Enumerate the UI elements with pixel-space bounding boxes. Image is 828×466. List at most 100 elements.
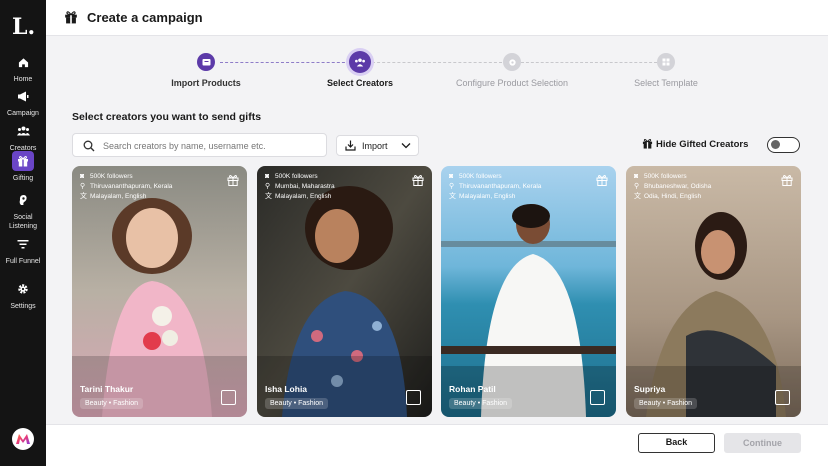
funnel-icon xyxy=(12,234,34,254)
sidebar-item-campaign[interactable]: Campaign xyxy=(0,86,46,118)
megaphone-icon xyxy=(12,86,34,106)
app-window: L. Home Campaign Creators Gifting Social… xyxy=(0,0,828,466)
creator-location: Mumbai, Maharastra xyxy=(275,183,335,190)
step-connector xyxy=(372,62,502,63)
instagram-icon: ◙ xyxy=(265,173,270,180)
sidebar-item-label: Campaign xyxy=(7,110,39,117)
sidebar: L. Home Campaign Creators Gifting Social… xyxy=(0,0,46,466)
gift-icon xyxy=(596,173,608,191)
gear-icon xyxy=(12,279,34,299)
creator-meta: ◙ 500K followers ⚲ Mumbai, Maharastra 文 Mal… xyxy=(265,172,335,202)
creator-name: Rohan Patil xyxy=(449,384,496,394)
sidebar-item-label: Gifting xyxy=(12,175,34,182)
sidebar-item-label: Home xyxy=(13,76,33,83)
creator-category: Beauty • Fashion xyxy=(634,398,698,409)
creator-category: Beauty • Fashion xyxy=(449,398,513,409)
sidebar-item-creators[interactable]: Creators xyxy=(0,121,46,153)
creator-card[interactable]: ◙ 500K followers ⚲ Mumbai, Maharastra 文 Mal… xyxy=(257,166,432,417)
creator-location: Thiruvananthapuram, Kerala xyxy=(90,183,173,190)
import-label: Import xyxy=(362,141,388,151)
gift-icon xyxy=(227,173,239,191)
creator-checkbox[interactable] xyxy=(775,390,790,405)
step-connector xyxy=(521,62,657,63)
creator-meta: ◙ 500K followers ⚲ Thiruvananthapuram, Ker… xyxy=(449,172,541,202)
brand-logo[interactable]: L. xyxy=(12,14,35,40)
template-grid-icon xyxy=(662,58,670,66)
creator-name: Supriya xyxy=(634,384,666,394)
import-button[interactable]: Import xyxy=(336,135,419,156)
section-title: Select creators you want to send gifts xyxy=(72,111,262,123)
step-4-label: Select Template xyxy=(634,78,698,88)
gift-icon xyxy=(781,173,793,191)
footer-bar: Back Continue xyxy=(46,424,828,466)
followers-count: 500K followers xyxy=(459,173,502,180)
account-logo[interactable] xyxy=(12,428,34,450)
gift-icon xyxy=(64,10,78,29)
step-3-indicator xyxy=(503,53,521,71)
main-content: Create a campaign Import Products Select… xyxy=(46,0,828,466)
continue-button[interactable]: Continue xyxy=(724,433,801,453)
creator-location: Thiruvananthapuram, Kerala xyxy=(459,183,542,190)
box-icon xyxy=(202,59,210,66)
creator-checkbox[interactable] xyxy=(221,390,236,405)
creator-checkbox[interactable] xyxy=(590,390,605,405)
step-1-indicator[interactable] xyxy=(197,53,215,71)
creator-name: Isha Lohia xyxy=(265,384,308,394)
sidebar-item-label: Settings xyxy=(10,303,36,310)
creator-languages: Odia, Hindi, English xyxy=(644,193,702,200)
creator-card[interactable]: ◙ 500K followers ⚲ Thiruvananthapuram, Ker… xyxy=(72,166,247,417)
back-button[interactable]: Back xyxy=(638,433,715,453)
language-icon: 文 xyxy=(265,193,272,200)
sidebar-item-label: Social Listening xyxy=(8,214,38,230)
gift-icon xyxy=(412,173,424,191)
ear-icon xyxy=(12,190,34,210)
sidebar-item-label: Full Funnel xyxy=(5,258,41,265)
sidebar-item-full-funnel[interactable]: Full Funnel xyxy=(0,234,46,266)
creator-card[interactable]: ◙ 500K followers ⚲ Bhubaneshwar, Odisha 文O… xyxy=(626,166,801,417)
creator-photo xyxy=(257,166,432,417)
sidebar-item-social-listening[interactable]: Social Listening xyxy=(0,190,46,231)
followers-count: 500K followers xyxy=(644,173,687,180)
sidebar-item-settings[interactable]: Settings xyxy=(0,279,46,311)
creator-languages: Malayalam, English xyxy=(275,193,332,200)
location-pin-icon: ⚲ xyxy=(80,183,86,190)
creator-languages: Malayalam, English xyxy=(90,193,147,200)
creator-category: Beauty • Fashion xyxy=(265,398,329,409)
creator-card[interactable]: ◙ 500K followers ⚲ Thiruvananthapuram, Ker… xyxy=(441,166,616,417)
creator-meta: ◙ 500K followers ⚲ Bhubaneshwar, Odisha 文O… xyxy=(634,172,711,202)
creator-category: Beauty • Fashion xyxy=(80,398,144,409)
search-input[interactable] xyxy=(103,138,318,153)
page-title: Create a campaign xyxy=(87,10,203,25)
gift-icon xyxy=(642,138,653,152)
sidebar-item-gifting[interactable]: Gifting xyxy=(0,151,46,183)
import-icon xyxy=(345,140,356,153)
language-icon: 文 xyxy=(634,193,641,200)
sidebar-item-home[interactable]: Home xyxy=(0,52,46,84)
creator-location: Bhubaneshwar, Odisha xyxy=(644,183,712,190)
search-box[interactable] xyxy=(72,133,327,157)
step-2-indicator[interactable] xyxy=(349,51,371,73)
language-icon: 文 xyxy=(80,193,87,200)
creator-photo xyxy=(72,166,247,417)
step-2-label: Select Creators xyxy=(326,78,394,88)
users-icon xyxy=(12,121,34,141)
creator-photo xyxy=(626,166,801,417)
creator-name: Tarini Thakur xyxy=(80,384,134,394)
step-1-label: Import Products xyxy=(171,78,241,88)
followers-count: 500K followers xyxy=(90,173,133,180)
location-pin-icon: ⚲ xyxy=(634,183,640,190)
creator-languages: Malayalam, English xyxy=(459,193,516,200)
gift-icon xyxy=(12,151,34,171)
step-4-indicator xyxy=(657,53,675,71)
hide-gifted-toggle[interactable] xyxy=(767,137,800,153)
home-icon xyxy=(12,52,34,72)
creator-checkbox[interactable] xyxy=(406,390,421,405)
users-icon xyxy=(355,57,365,67)
toggle-knob xyxy=(771,140,780,149)
step-3-label: Configure Product Selection xyxy=(455,78,569,88)
step-connector xyxy=(220,62,350,63)
search-icon xyxy=(83,139,95,157)
hide-gifted-text: Hide Gifted Creators xyxy=(656,139,749,150)
location-pin-icon: ⚲ xyxy=(265,183,271,190)
page-header: Create a campaign xyxy=(46,0,828,36)
